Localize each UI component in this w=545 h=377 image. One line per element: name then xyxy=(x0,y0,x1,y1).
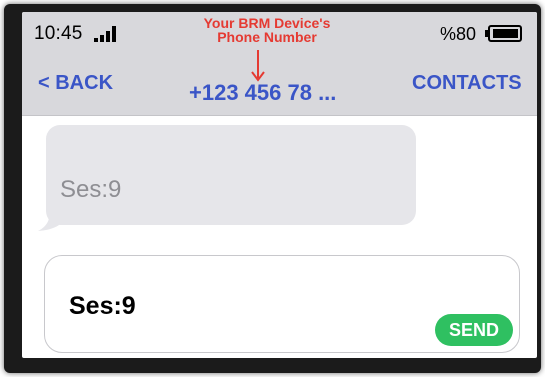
back-button[interactable]: < BACK xyxy=(38,72,113,95)
battery-percentage: %80 xyxy=(440,24,477,44)
contact-phone-number: +123 456 78 ... xyxy=(189,80,337,105)
annotation-line-2: Phone Number xyxy=(217,29,317,45)
message-composer[interactable]: Ses:9 SEND xyxy=(44,255,520,353)
contacts-button[interactable]: CONTACTS xyxy=(412,72,522,95)
status-time: 10:45 xyxy=(34,23,83,44)
incoming-message-bubble xyxy=(46,125,416,225)
phone-number-annotation: Your BRM Device's Phone Number xyxy=(187,16,347,44)
annotation-line-1: Your BRM Device's xyxy=(203,15,331,31)
send-button[interactable]: SEND xyxy=(435,314,513,346)
incoming-message-text: Ses:9 xyxy=(60,176,122,203)
message-input[interactable]: Ses:9 xyxy=(69,292,136,321)
arrow-down-icon xyxy=(251,50,265,82)
signal-bars-icon xyxy=(94,26,116,42)
phone-screen: 10:45 %80 Your BRM Device's Phone Number xyxy=(22,12,537,358)
phone-frame: 10:45 %80 Your BRM Device's Phone Number xyxy=(4,4,541,373)
navigation-bar: 10:45 %80 Your BRM Device's Phone Number xyxy=(22,12,537,116)
battery-icon xyxy=(485,25,522,42)
